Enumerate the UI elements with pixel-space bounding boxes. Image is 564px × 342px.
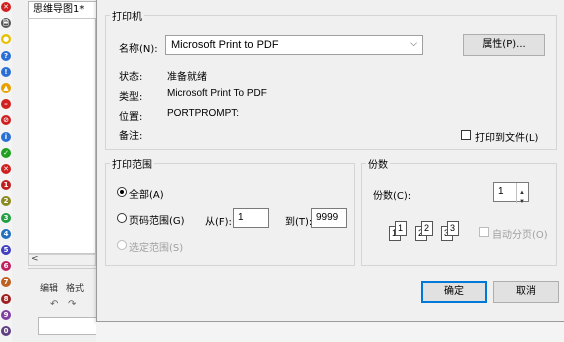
- print-to-file-checkbox[interactable]: [461, 130, 471, 140]
- cross-icon[interactable]: ✕: [1, 164, 11, 174]
- properties-button[interactable]: 属性(P)...: [463, 34, 545, 56]
- copies-group: 份数: [361, 156, 557, 266]
- copies-count-input[interactable]: 1 ▲ ▼: [493, 182, 529, 205]
- selection-radio[interactable]: [117, 240, 127, 250]
- status-label: 状态:: [119, 72, 143, 83]
- number-9-icon[interactable]: 9: [1, 309, 11, 320]
- number-1-icon[interactable]: 1: [1, 180, 11, 191]
- exclamation-icon[interactable]: !: [1, 66, 11, 77]
- all-pages-label: 全部(A): [129, 190, 164, 201]
- document-tab[interactable]: 思维导图1*: [28, 1, 102, 18]
- number-8-icon[interactable]: 8: [1, 293, 11, 304]
- to-label: 到(T):: [285, 217, 313, 228]
- page-range-label: 页码范围(G): [129, 216, 185, 227]
- number-7-icon[interactable]: 7: [1, 277, 11, 288]
- undo-icon[interactable]: ↶: [50, 299, 58, 310]
- from-page-input[interactable]: 1: [233, 208, 269, 228]
- taskbar-strip: [96, 322, 564, 342]
- page-1-front-icon: 1: [395, 221, 407, 236]
- collate-checkbox[interactable]: [479, 227, 489, 237]
- to-page-input[interactable]: 9999: [311, 208, 347, 228]
- question-icon[interactable]: ?: [1, 50, 11, 61]
- properties-panel: 编辑 格式 ↶ ↷: [28, 268, 98, 342]
- location-value: PORTPROMPT:: [167, 108, 240, 119]
- print-range-title: 打印范围: [112, 160, 152, 171]
- all-pages-radio[interactable]: [117, 187, 127, 197]
- text-input[interactable]: [38, 317, 98, 335]
- collate-pages-icon: 1 1 2 2 3 3: [389, 218, 469, 244]
- icon-toolbar: ✕ 🗎 ●?! ▲ – ⊘ i ✓ ✕ 1 2 3 4 5 6 7 8 9 0: [0, 0, 12, 342]
- copies-title: 份数: [368, 160, 388, 171]
- ok-button[interactable]: 确定: [421, 281, 487, 303]
- page-2-front-icon: 2: [421, 221, 433, 236]
- number-2-icon[interactable]: 2: [1, 196, 11, 207]
- type-value: Microsoft Print To PDF: [167, 88, 267, 99]
- number-3-icon[interactable]: 3: [1, 212, 11, 223]
- from-label: 从(F):: [205, 217, 232, 228]
- print-dialog: 打印机 名称(N): Microsoft Print to PDF ⌵ 属性(P…: [96, 0, 564, 322]
- printer-name-label: 名称(N):: [119, 44, 158, 55]
- copies-count-label: 份数(C):: [373, 191, 412, 202]
- document-icon[interactable]: 🗎: [1, 18, 11, 29]
- background-tab-bar: 思维导图1*: [12, 0, 102, 18]
- cancel-button[interactable]: 取消: [493, 281, 559, 303]
- number-5-icon[interactable]: 5: [1, 245, 11, 255]
- scroll-left-icon[interactable]: <: [31, 254, 39, 264]
- print-to-file-label: 打印到文件(L): [475, 133, 539, 144]
- spin-down-icon[interactable]: ▼: [519, 193, 525, 211]
- printer-name-dropdown[interactable]: Microsoft Print to PDF ⌵: [165, 35, 423, 55]
- type-label: 类型:: [119, 92, 143, 103]
- number-0-icon[interactable]: 0: [1, 326, 11, 336]
- horizontal-scrollbar[interactable]: <: [28, 254, 96, 266]
- stop-icon[interactable]: –: [1, 99, 11, 110]
- chevron-down-icon: ⌵: [410, 39, 417, 49]
- close-icon[interactable]: ✕: [1, 2, 11, 12]
- location-label: 位置:: [119, 112, 143, 123]
- printer-group-title: 打印机: [112, 12, 142, 23]
- selection-label: 选定范围(S): [129, 243, 184, 254]
- mindmap-canvas[interactable]: [28, 18, 96, 254]
- printer-name-value: Microsoft Print to PDF: [171, 39, 279, 51]
- number-6-icon[interactable]: 6: [1, 261, 11, 272]
- collate-label: 自动分页(O): [492, 230, 548, 241]
- page-range-radio[interactable]: [117, 213, 127, 223]
- page-3-front-icon: 3: [447, 221, 459, 236]
- comment-label: 备注:: [119, 131, 143, 142]
- info-icon[interactable]: i: [1, 131, 11, 142]
- redo-icon[interactable]: ↷: [68, 299, 76, 310]
- warning-icon[interactable]: ▲: [1, 83, 11, 93]
- tab-format[interactable]: 格式: [66, 281, 84, 294]
- lightbulb-icon[interactable]: ●: [1, 34, 11, 45]
- copies-count-value: 1: [498, 186, 504, 197]
- forbidden-icon[interactable]: ⊘: [1, 115, 11, 126]
- status-value: 准备就绪: [167, 72, 207, 83]
- check-icon[interactable]: ✓: [1, 147, 11, 158]
- copies-spinner[interactable]: ▲ ▼: [516, 183, 528, 205]
- tab-edit[interactable]: 编辑: [40, 281, 58, 294]
- number-4-icon[interactable]: 4: [1, 228, 11, 239]
